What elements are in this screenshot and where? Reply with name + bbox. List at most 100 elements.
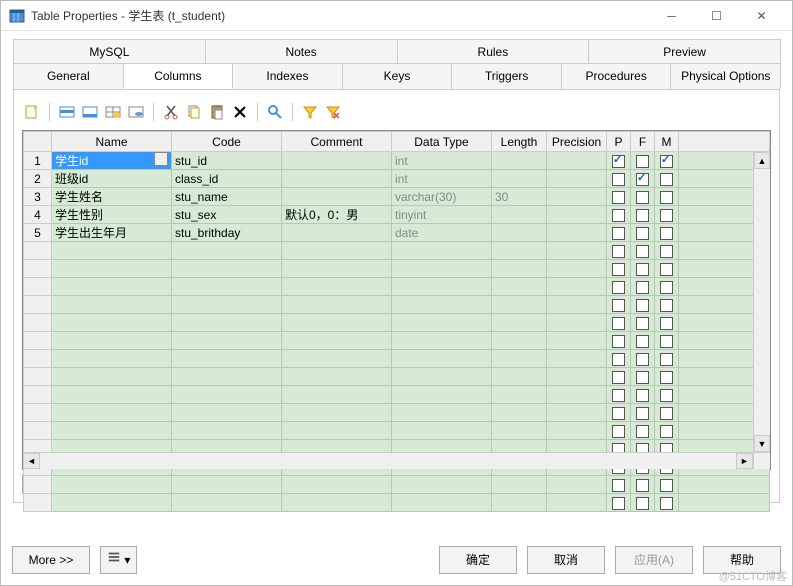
cell-comment[interactable]: 默认0，0：男	[282, 206, 392, 224]
checkbox[interactable]	[612, 281, 625, 294]
cell-f[interactable]	[631, 206, 655, 224]
cell-comment[interactable]	[282, 152, 392, 170]
cell-comment[interactable]	[282, 188, 392, 206]
checkbox[interactable]	[636, 155, 649, 168]
find-icon[interactable]	[265, 102, 285, 122]
row-number[interactable]	[24, 404, 52, 422]
table-row-empty[interactable]	[24, 332, 770, 350]
cell-p[interactable]	[607, 188, 631, 206]
paste-icon[interactable]	[207, 102, 227, 122]
cell-precision[interactable]	[547, 206, 607, 224]
row-number[interactable]	[24, 242, 52, 260]
checkbox[interactable]	[636, 407, 649, 420]
tab-columns[interactable]: Columns	[123, 63, 234, 89]
cell-datatype[interactable]: int	[392, 152, 492, 170]
table-row[interactable]: 2班级idclass_idint	[24, 170, 770, 188]
checkbox[interactable]	[636, 353, 649, 366]
checkbox[interactable]	[636, 497, 649, 510]
checkbox[interactable]	[636, 209, 649, 222]
col-header-m[interactable]: M	[655, 132, 679, 152]
checkbox[interactable]	[636, 335, 649, 348]
checkbox[interactable]	[612, 209, 625, 222]
table-row[interactable]: 3学生姓名stu_namevarchar(30)30	[24, 188, 770, 206]
checkbox[interactable]	[612, 389, 625, 402]
tab-preview[interactable]: Preview	[588, 39, 781, 64]
checkbox[interactable]	[660, 479, 673, 492]
row-number[interactable]	[24, 386, 52, 404]
cell-f[interactable]	[631, 188, 655, 206]
close-button[interactable]: ✕	[739, 1, 784, 30]
cell-p[interactable]	[607, 206, 631, 224]
menu-dropdown-button[interactable]: ▾	[100, 546, 137, 574]
table-row-empty[interactable]	[24, 260, 770, 278]
checkbox[interactable]	[660, 371, 673, 384]
horizontal-scrollbar[interactable]: ◄ ►	[23, 452, 753, 469]
checkbox[interactable]	[660, 389, 673, 402]
tab-triggers[interactable]: Triggers	[451, 63, 562, 89]
tab-notes[interactable]: Notes	[205, 39, 398, 64]
cell-m[interactable]	[655, 188, 679, 206]
checkbox[interactable]	[660, 173, 673, 186]
row-number[interactable]	[24, 476, 52, 494]
maximize-button[interactable]: ☐	[694, 1, 739, 30]
checkbox[interactable]	[612, 191, 625, 204]
checkbox[interactable]	[612, 353, 625, 366]
checkbox[interactable]	[660, 281, 673, 294]
insert-row-icon[interactable]	[57, 102, 77, 122]
cell-p[interactable]	[607, 224, 631, 242]
row-number[interactable]: 1	[24, 152, 52, 170]
cell-code[interactable]: stu_brithday	[172, 224, 282, 242]
cancel-button[interactable]: 取消	[527, 546, 605, 574]
checkbox[interactable]	[636, 227, 649, 240]
cell-name[interactable]: 学生姓名	[52, 188, 172, 206]
row-number[interactable]	[24, 350, 52, 368]
checkbox[interactable]	[612, 425, 625, 438]
cell-m[interactable]	[655, 170, 679, 188]
table-row[interactable]: 5学生出生年月stu_brithdaydate	[24, 224, 770, 242]
checkbox[interactable]	[636, 479, 649, 492]
tab-general[interactable]: General	[13, 63, 124, 89]
checkbox[interactable]	[636, 191, 649, 204]
cell-precision[interactable]	[547, 170, 607, 188]
add-row-icon[interactable]	[80, 102, 100, 122]
row-number[interactable]	[24, 368, 52, 386]
tab-procedures[interactable]: Procedures	[561, 63, 672, 89]
cell-f[interactable]	[631, 224, 655, 242]
cell-length[interactable]	[492, 206, 547, 224]
cell-comment[interactable]	[282, 170, 392, 188]
vertical-scrollbar[interactable]: ▲ ▼	[753, 152, 770, 452]
checkbox[interactable]	[612, 497, 625, 510]
columns-grid[interactable]: Name Code Comment Data Type Length Preci…	[22, 130, 771, 470]
table-row-empty[interactable]	[24, 368, 770, 386]
checkbox[interactable]	[660, 335, 673, 348]
checkbox[interactable]	[612, 263, 625, 276]
scroll-left-icon[interactable]: ◄	[23, 453, 40, 469]
row-number[interactable]: 2	[24, 170, 52, 188]
table-row-empty[interactable]	[24, 494, 770, 512]
cell-m[interactable]	[655, 152, 679, 170]
cell-datatype[interactable]: date	[392, 224, 492, 242]
row-number[interactable]: 3	[24, 188, 52, 206]
cell-m[interactable]	[655, 206, 679, 224]
scroll-right-icon[interactable]: ►	[736, 453, 753, 469]
cut-icon[interactable]	[161, 102, 181, 122]
scroll-up-icon[interactable]: ▲	[754, 152, 770, 169]
table-row-empty[interactable]	[24, 350, 770, 368]
row-number[interactable]: 5	[24, 224, 52, 242]
col-header-comment[interactable]: Comment	[282, 132, 392, 152]
checkbox[interactable]	[660, 299, 673, 312]
tab-indexes[interactable]: Indexes	[232, 63, 343, 89]
cell-p[interactable]	[607, 152, 631, 170]
cell-p[interactable]	[607, 170, 631, 188]
row-number[interactable]	[24, 278, 52, 296]
cell-datatype[interactable]: tinyint	[392, 206, 492, 224]
checkbox[interactable]	[636, 263, 649, 276]
checkbox[interactable]	[660, 209, 673, 222]
cell-precision[interactable]	[547, 188, 607, 206]
minimize-button[interactable]: ─	[649, 1, 694, 30]
checkbox[interactable]	[636, 281, 649, 294]
checkbox[interactable]	[660, 353, 673, 366]
ok-button[interactable]: 确定	[439, 546, 517, 574]
cell-code[interactable]: class_id	[172, 170, 282, 188]
checkbox[interactable]	[660, 155, 673, 168]
